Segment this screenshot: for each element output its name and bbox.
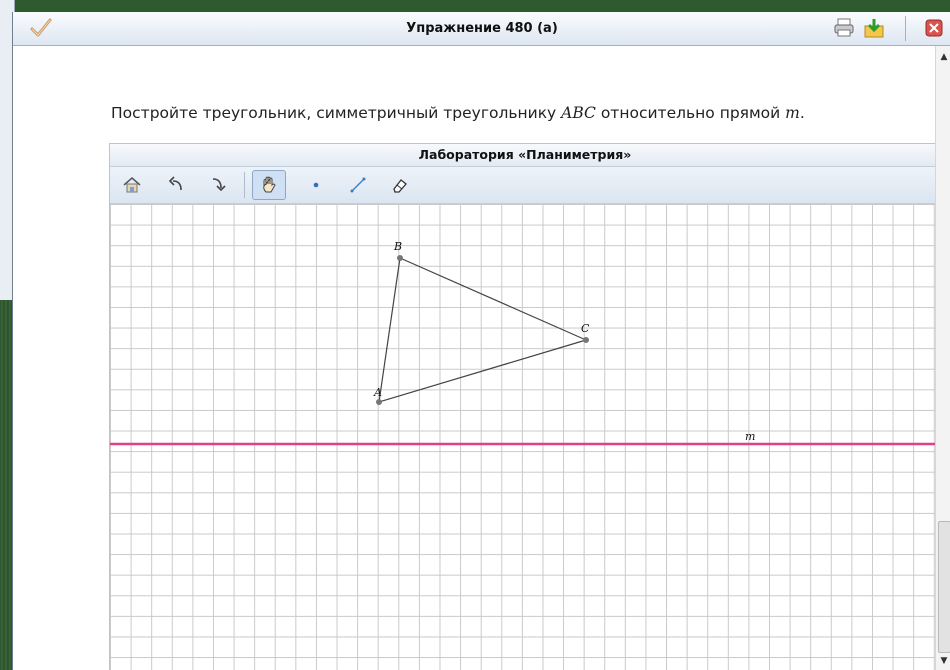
exercise-content: Постройте треугольник, симметричный треу… xyxy=(13,46,935,670)
lab-toolbar xyxy=(110,167,935,204)
window-titlebar: Упражнение 480 (а) xyxy=(13,12,950,46)
exercise-window: Упражнение 480 (а) Постройте треугольник… xyxy=(12,12,950,670)
point-icon[interactable] xyxy=(300,171,332,199)
task-statement: Постройте треугольник, симметричный треу… xyxy=(111,104,805,122)
triangle-name: ABC xyxy=(561,104,596,122)
lab-title: Лаборатория «Планиметрия» xyxy=(110,144,935,167)
task-text-middle: относительно прямой xyxy=(595,104,786,122)
drawing-grid[interactable]: m A B C xyxy=(110,204,935,670)
point-a-label: A xyxy=(373,386,382,399)
point-c-label: C xyxy=(581,322,590,335)
point-b-label: B xyxy=(393,240,402,253)
download-icon[interactable] xyxy=(863,18,885,38)
titlebar-separator xyxy=(905,16,906,41)
redo-icon[interactable] xyxy=(202,171,234,199)
point-c[interactable] xyxy=(583,337,589,343)
hand-icon[interactable] xyxy=(252,170,286,200)
point-b[interactable] xyxy=(397,255,403,261)
toolbar-separator xyxy=(244,172,245,198)
scroll-thumb[interactable] xyxy=(938,521,950,653)
scroll-up-icon[interactable]: ▲ xyxy=(939,52,949,62)
scroll-down-icon[interactable]: ▼ xyxy=(939,656,949,666)
line-name: m xyxy=(785,104,800,122)
home-icon[interactable] xyxy=(116,171,148,199)
segment-ca[interactable] xyxy=(378,339,587,403)
eraser-icon[interactable] xyxy=(384,171,416,199)
point-a[interactable] xyxy=(376,399,382,405)
window-title: Упражнение 480 (а) xyxy=(406,21,558,36)
planimetry-lab: Лаборатория «Планиметрия» m A B C xyxy=(109,143,935,670)
printer-icon[interactable] xyxy=(833,18,855,38)
task-text-start: Постройте треугольник, симметричный треу… xyxy=(111,104,562,122)
undo-icon[interactable] xyxy=(160,171,192,199)
segment-ab[interactable] xyxy=(378,257,401,403)
segment-icon[interactable] xyxy=(342,171,374,199)
line-m-label: m xyxy=(745,430,755,443)
task-text-end: . xyxy=(799,104,805,122)
close-icon[interactable] xyxy=(923,18,945,38)
segment-bc[interactable] xyxy=(399,257,587,341)
vertical-scrollbar[interactable]: ▲ ▼ xyxy=(935,46,950,670)
